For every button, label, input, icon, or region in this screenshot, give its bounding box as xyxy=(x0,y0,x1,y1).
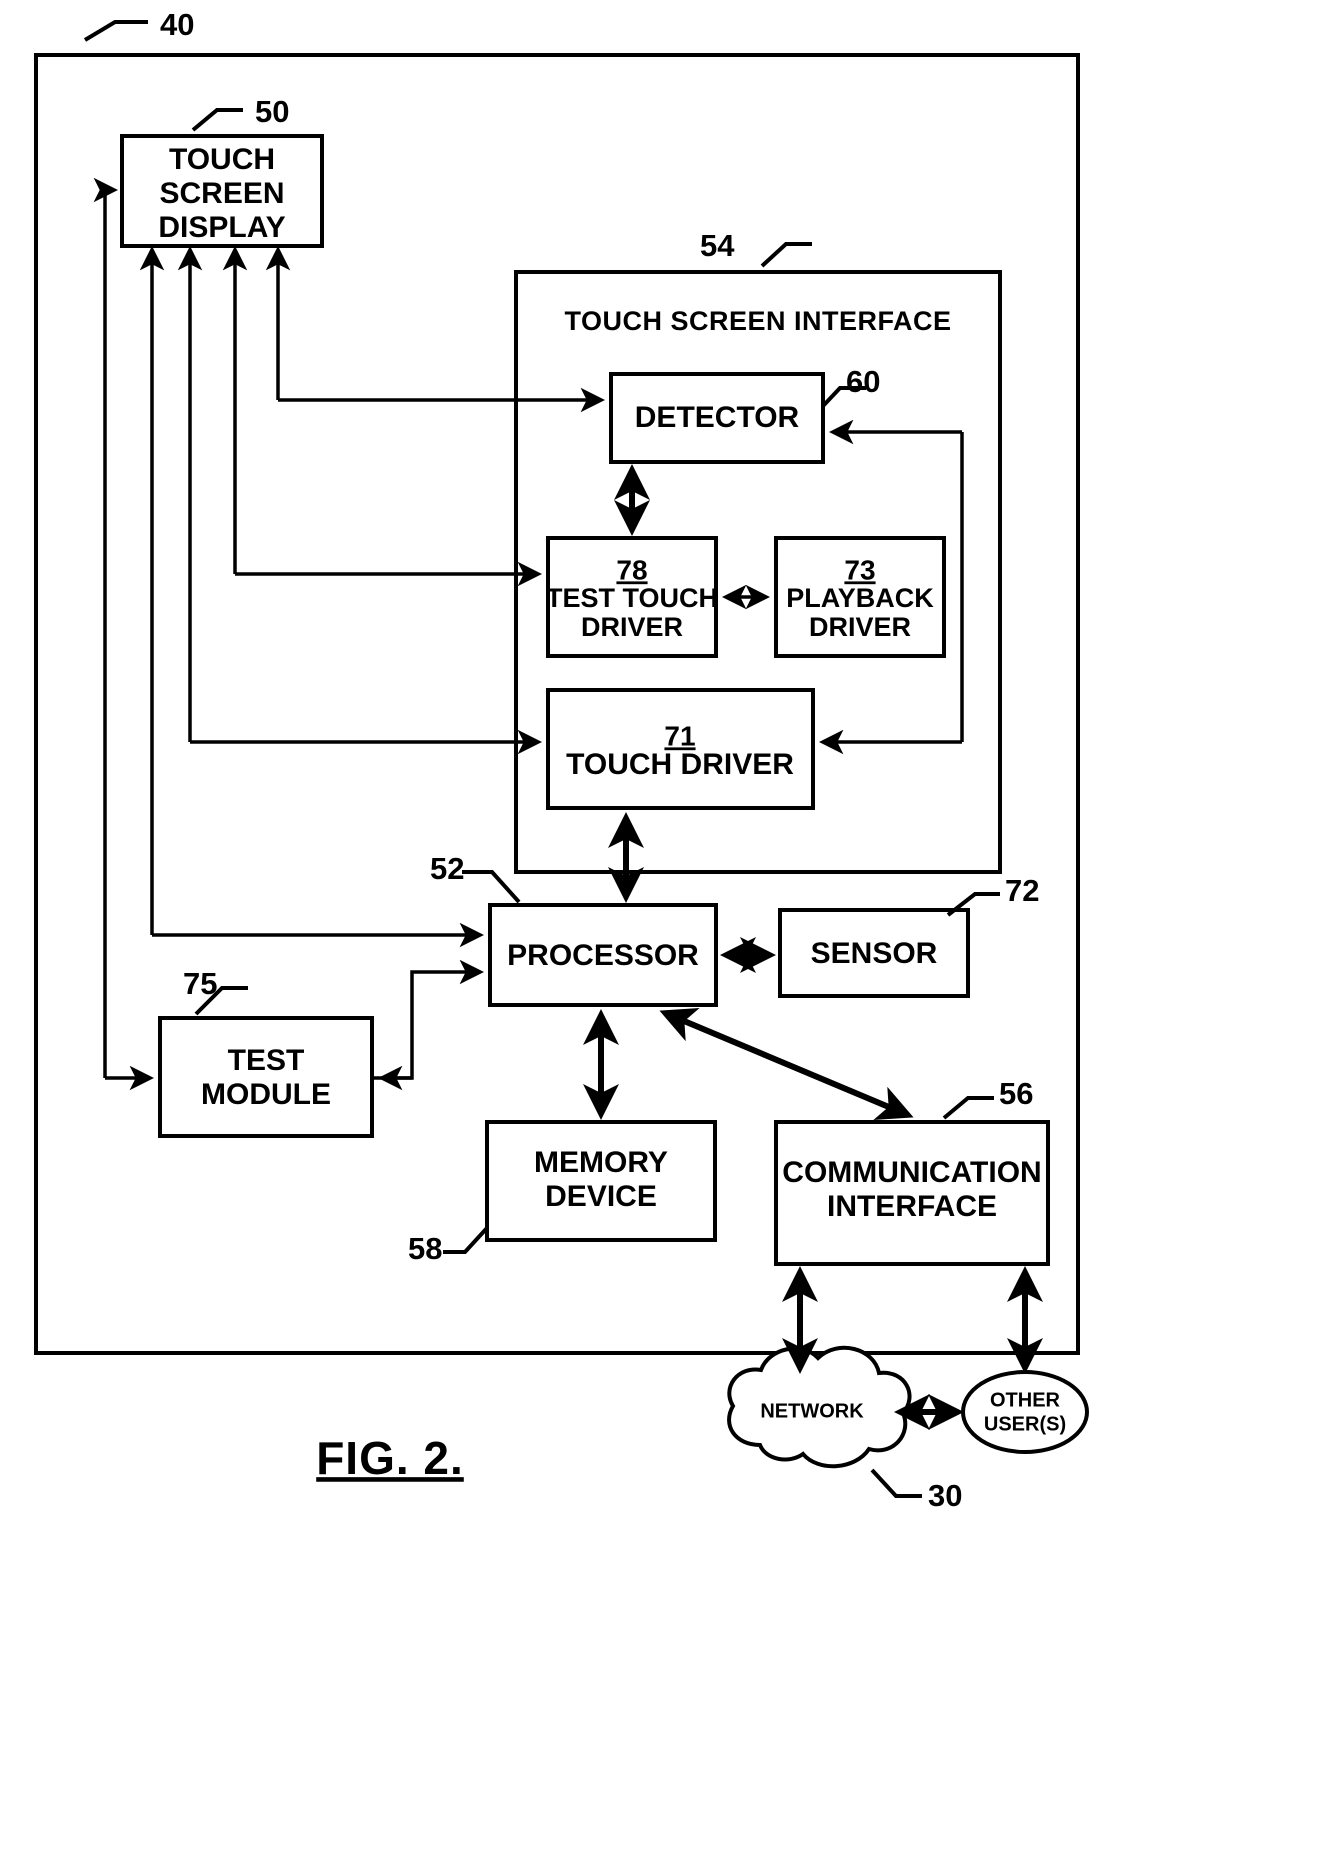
communication-interface-line1: COMMUNICATION xyxy=(782,1156,1041,1189)
memory-device-line2: DEVICE xyxy=(545,1180,657,1213)
test-touch-driver-line2: DRIVER xyxy=(581,612,683,642)
leader-line-50 xyxy=(191,108,243,132)
leader-line-58 xyxy=(443,1226,489,1254)
ref-label-50: 50 xyxy=(255,94,289,129)
other-users-node: OTHER USER(S) xyxy=(961,1370,1089,1454)
touch-screen-display-line2: SCREEN xyxy=(159,177,284,210)
playback-driver-line2: DRIVER xyxy=(809,612,911,642)
communication-interface-line2: INTERFACE xyxy=(827,1190,997,1223)
touch-screen-interface-title: TOUCH SCREEN INTERFACE xyxy=(564,306,951,336)
figure-caption: FIG. 2. xyxy=(316,1432,464,1484)
processor-label: PROCESSOR xyxy=(507,939,699,972)
leader-line-30 xyxy=(870,1468,922,1498)
ref-label-52: 52 xyxy=(430,851,464,886)
ref-label-72: 72 xyxy=(1005,873,1039,908)
test-module-line2: MODULE xyxy=(201,1078,331,1111)
ref-label-30: 30 xyxy=(928,1478,962,1513)
ref-label-56: 56 xyxy=(999,1076,1033,1111)
ref-label-58: 58 xyxy=(408,1231,442,1266)
other-users-line1: OTHER xyxy=(990,1389,1061,1411)
ref-label-54: 54 xyxy=(700,228,735,263)
ref-label-40: 40 xyxy=(160,7,194,42)
memory-device-line1: MEMORY xyxy=(534,1146,668,1179)
other-users-line2: USER(S) xyxy=(984,1413,1066,1435)
test-module-line1: TEST xyxy=(228,1044,305,1077)
conn-test-module-to-processor xyxy=(372,959,485,1080)
touch-screen-display-line1: TOUCH xyxy=(169,143,275,176)
network-label: NETWORK xyxy=(760,1400,864,1422)
leader-line-40 xyxy=(83,20,148,42)
conn-processor-comm-interface xyxy=(659,1008,914,1120)
touch-driver-line1: TOUCH DRIVER xyxy=(566,748,794,781)
test-touch-driver-line1: TEST TOUCH xyxy=(546,583,718,613)
leader-line-56 xyxy=(942,1096,994,1120)
ref-label-75: 75 xyxy=(183,966,217,1001)
leader-line-52 xyxy=(462,870,521,904)
ref-label-60: 60 xyxy=(846,364,880,399)
network-cloud: NETWORK xyxy=(727,1345,912,1469)
sensor-label: SENSOR xyxy=(811,937,938,970)
leader-line-54 xyxy=(760,242,812,268)
diagram-canvas: 40 TOUCH SCREEN DISPLAY 50 TOUCH SCREEN … xyxy=(34,7,1089,1513)
patent-figure-2: 40 TOUCH SCREEN DISPLAY 50 TOUCH SCREEN … xyxy=(0,0,1342,1875)
detector-label: DETECTOR xyxy=(635,401,800,434)
playback-driver-line1: PLAYBACK xyxy=(786,583,934,613)
display-input-arrows xyxy=(93,177,291,1078)
test-touch-driver-refnum: 78 xyxy=(616,554,647,585)
touch-screen-display-line3: DISPLAY xyxy=(158,211,285,244)
playback-driver-refnum: 73 xyxy=(844,554,875,585)
touch-driver-refnum: 71 xyxy=(664,720,695,751)
